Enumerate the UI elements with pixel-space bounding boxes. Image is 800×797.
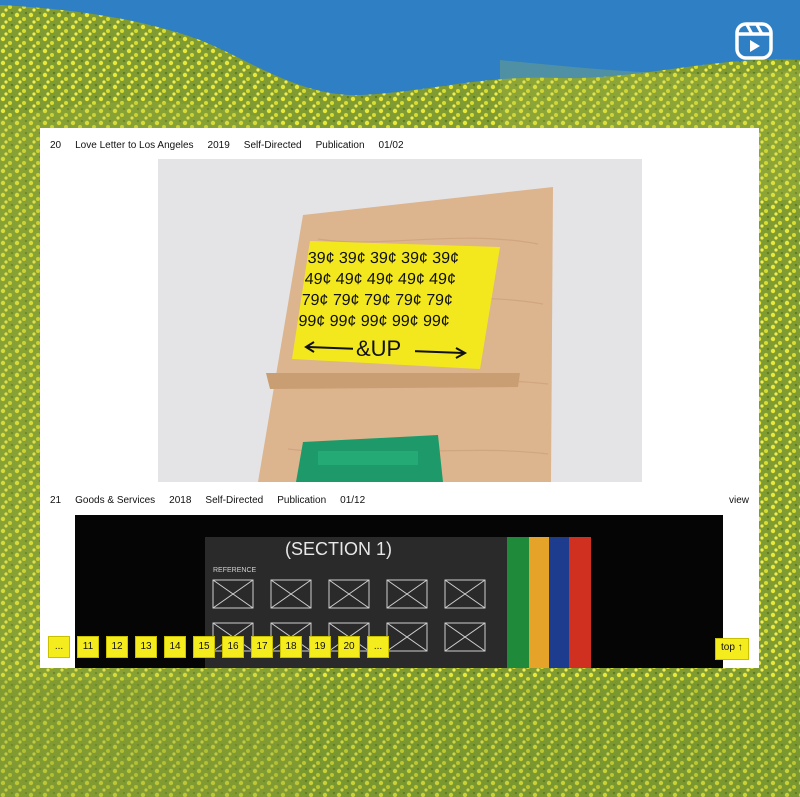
page-20-button[interactable]: 20 bbox=[338, 636, 360, 658]
entry-category: Publication bbox=[277, 495, 327, 506]
pagination-next-ellipsis[interactable]: ... bbox=[367, 636, 389, 658]
entry-year: 2019 bbox=[207, 140, 230, 151]
entry-title[interactable]: Love Letter to Los Angeles bbox=[75, 140, 193, 151]
entry-image-count: 01/12 bbox=[340, 495, 366, 506]
entry-category: Publication bbox=[315, 140, 365, 151]
book-heading: (SECTION 1) bbox=[285, 539, 392, 559]
page-13-button[interactable]: 13 bbox=[135, 636, 157, 658]
page-14-button[interactable]: 14 bbox=[164, 636, 186, 658]
view-link[interactable]: view bbox=[729, 495, 749, 506]
pagination-prev-ellipsis[interactable]: ... bbox=[48, 636, 70, 658]
book-subheading: REFERENCE bbox=[213, 567, 257, 574]
poster-row-1: 39¢ 39¢ 39¢ 39¢ 39¢ bbox=[307, 250, 459, 267]
back-to-top-button[interactable]: top ↑ bbox=[715, 638, 749, 660]
page-16-button[interactable]: 16 bbox=[222, 636, 244, 658]
entry-title[interactable]: Goods & Services bbox=[75, 495, 155, 506]
page-11-button[interactable]: 11 bbox=[77, 636, 99, 658]
poster-row-2: 49¢ 49¢ 49¢ 49¢ 49¢ bbox=[304, 271, 456, 288]
entry-image-count: 01/02 bbox=[378, 140, 404, 151]
poster-row-3: 79¢ 79¢ 79¢ 79¢ 79¢ bbox=[301, 292, 453, 309]
page-15-button[interactable]: 15 bbox=[193, 636, 215, 658]
entry-21-header: 21 Goods & Services 2018 Self-Directed P… bbox=[50, 495, 365, 506]
pagination: ... 11 12 13 14 15 16 17 18 19 20 ... bbox=[48, 636, 389, 658]
project-photo[interactable]: 39¢ 39¢ 39¢ 39¢ 39¢ 49¢ 49¢ 49¢ 49¢ 49¢ … bbox=[158, 159, 642, 482]
poster-arrow-text: &UP bbox=[356, 336, 401, 361]
entry-type: Self-Directed bbox=[243, 140, 302, 151]
poster-row-4: 99¢ 99¢ 99¢ 99¢ 99¢ bbox=[298, 313, 450, 330]
entry-20-header: 20 Love Letter to Los Angeles 2019 Self-… bbox=[50, 140, 404, 151]
page-17-button[interactable]: 17 bbox=[251, 636, 273, 658]
page-12-button[interactable]: 12 bbox=[106, 636, 128, 658]
page-18-button[interactable]: 18 bbox=[280, 636, 302, 658]
instagram-reels-icon[interactable] bbox=[733, 20, 775, 62]
entry-number: 21 bbox=[50, 495, 62, 506]
entry-year: 2018 bbox=[169, 495, 192, 506]
portfolio-panel: 20 Love Letter to Los Angeles 2019 Self-… bbox=[40, 128, 759, 668]
page-19-button[interactable]: 19 bbox=[309, 636, 331, 658]
entry-type: Self-Directed bbox=[205, 495, 264, 506]
entry-number: 20 bbox=[50, 140, 62, 151]
